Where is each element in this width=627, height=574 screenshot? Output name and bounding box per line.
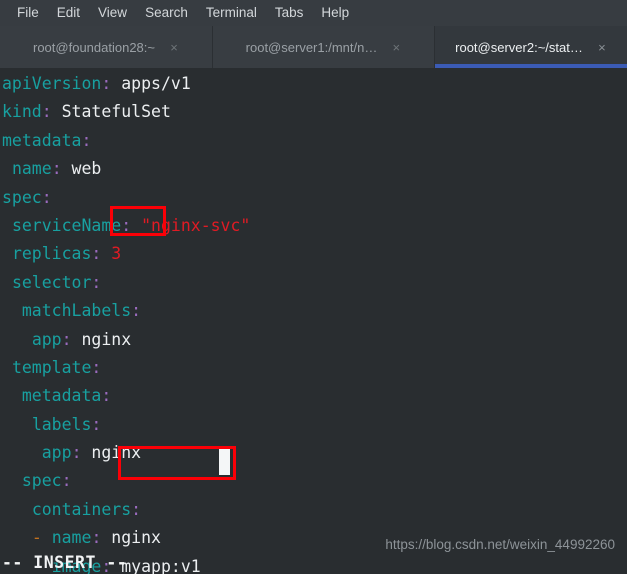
yaml-key: spec xyxy=(21,471,62,491)
yaml-key: containers xyxy=(31,499,132,519)
yaml-value: 3 xyxy=(101,244,122,264)
code-line: spec: xyxy=(2,184,627,212)
yaml-key: serviceName xyxy=(11,215,122,235)
code-line: metadata: xyxy=(2,127,627,155)
yaml-colon: : xyxy=(41,187,52,207)
yaml-colon: : xyxy=(81,130,92,150)
code-line: app: nginx xyxy=(2,439,627,467)
yaml-key: spec xyxy=(2,187,42,207)
yaml-colon: : xyxy=(61,471,72,491)
close-icon[interactable]: × xyxy=(169,41,179,54)
close-icon[interactable]: × xyxy=(597,41,607,54)
code-line: name: web xyxy=(2,155,627,183)
terminal-window: File Edit View Search Terminal Tabs Help root@… xyxy=(0,0,627,574)
yaml-key: kind xyxy=(2,102,42,122)
yaml-value: "nginx-svc" xyxy=(131,215,251,235)
watermark-url: https://blog.csdn.net/weixin_44992260 xyxy=(385,537,615,552)
code-line: matchLabels: xyxy=(2,297,627,325)
yaml-colon: : xyxy=(51,159,62,179)
yaml-colon: : xyxy=(41,102,52,122)
yaml-colon: : xyxy=(131,499,142,519)
terminal-content[interactable]: apiVersion: apps/v1 kind: StatefulSet meta… xyxy=(0,68,627,574)
yaml-key: name xyxy=(51,528,92,548)
code-line: apiVersion: apps/v1 xyxy=(2,70,627,98)
code-line: serviceName: "nginx-svc" xyxy=(2,212,627,240)
code-line: labels: xyxy=(2,411,627,439)
menu-item-search[interactable]: Search xyxy=(136,0,197,26)
tab-title: root@foundation28:~ xyxy=(33,39,155,55)
code-line: replicas: 3 xyxy=(2,240,627,268)
yaml-colon: : xyxy=(91,244,102,264)
yaml-value: StatefulSet xyxy=(51,102,171,122)
yaml-key: app xyxy=(31,329,62,349)
yaml-value: nginx xyxy=(81,443,142,463)
terminal-tab-2[interactable]: root@server1:/mnt/n… × xyxy=(213,26,435,68)
yaml-colon: : xyxy=(61,329,72,349)
yaml-key: selector xyxy=(11,272,92,292)
yaml-value: web xyxy=(61,159,102,179)
yaml-colon: : xyxy=(101,386,112,406)
yaml-key: metadata xyxy=(21,386,102,406)
code-line: spec: xyxy=(2,467,627,495)
yaml-colon: : xyxy=(131,301,142,321)
yaml-colon: : xyxy=(91,272,102,292)
menu-bar: File Edit View Search Terminal Tabs Help xyxy=(0,0,627,26)
menu-item-view[interactable]: View xyxy=(89,0,136,26)
yaml-colon: : xyxy=(101,74,112,93)
yaml-key: replicas xyxy=(11,244,92,264)
vim-status-line: -- INSERT -- xyxy=(2,553,128,572)
yaml-key: name xyxy=(11,159,52,179)
code-line: selector: xyxy=(2,269,627,297)
yaml-value: nginx xyxy=(71,329,132,349)
tab-title: root@server1:/mnt/n… xyxy=(245,39,378,55)
yaml-key: labels xyxy=(31,414,92,434)
menu-item-file[interactable]: File xyxy=(8,0,48,26)
code-line: app: nginx xyxy=(2,326,627,354)
code-line: template: xyxy=(2,354,627,382)
menu-item-help[interactable]: Help xyxy=(312,0,358,26)
code-line: kind: StatefulSet xyxy=(2,98,627,126)
code-line: containers: xyxy=(2,496,627,524)
text-cursor xyxy=(219,449,230,475)
yaml-value: apps/v1 xyxy=(111,74,191,93)
yaml-key: matchLabels xyxy=(21,301,132,321)
terminal-tab-3[interactable]: root@server2:~/stat… × xyxy=(435,26,627,68)
tab-bar: root@foundation28:~ × root@server1:/mnt/n…… xyxy=(0,26,627,68)
tab-title: root@server2:~/stat… xyxy=(455,39,583,55)
close-icon[interactable]: × xyxy=(391,41,401,54)
yaml-colon: : xyxy=(91,528,102,548)
yaml-value: nginx xyxy=(101,528,161,548)
yaml-colon: : xyxy=(91,414,102,434)
menu-item-terminal[interactable]: Terminal xyxy=(197,0,266,26)
yaml-colon: : xyxy=(91,357,102,377)
yaml-editor-buffer[interactable]: apiVersion: apps/v1 kind: StatefulSet meta… xyxy=(0,70,627,574)
yaml-key: metadata xyxy=(2,130,82,150)
code-line: metadata: xyxy=(2,382,627,410)
menu-item-tabs[interactable]: Tabs xyxy=(266,0,313,26)
yaml-key: app xyxy=(41,443,72,463)
terminal-tab-1[interactable]: root@foundation28:~ × xyxy=(0,26,213,68)
yaml-key: template xyxy=(11,357,92,377)
yaml-key: apiVersion xyxy=(2,74,102,93)
list-dash: - xyxy=(31,528,52,548)
yaml-colon: : xyxy=(121,215,132,235)
menu-item-edit[interactable]: Edit xyxy=(48,0,89,26)
yaml-colon: : xyxy=(71,443,82,463)
